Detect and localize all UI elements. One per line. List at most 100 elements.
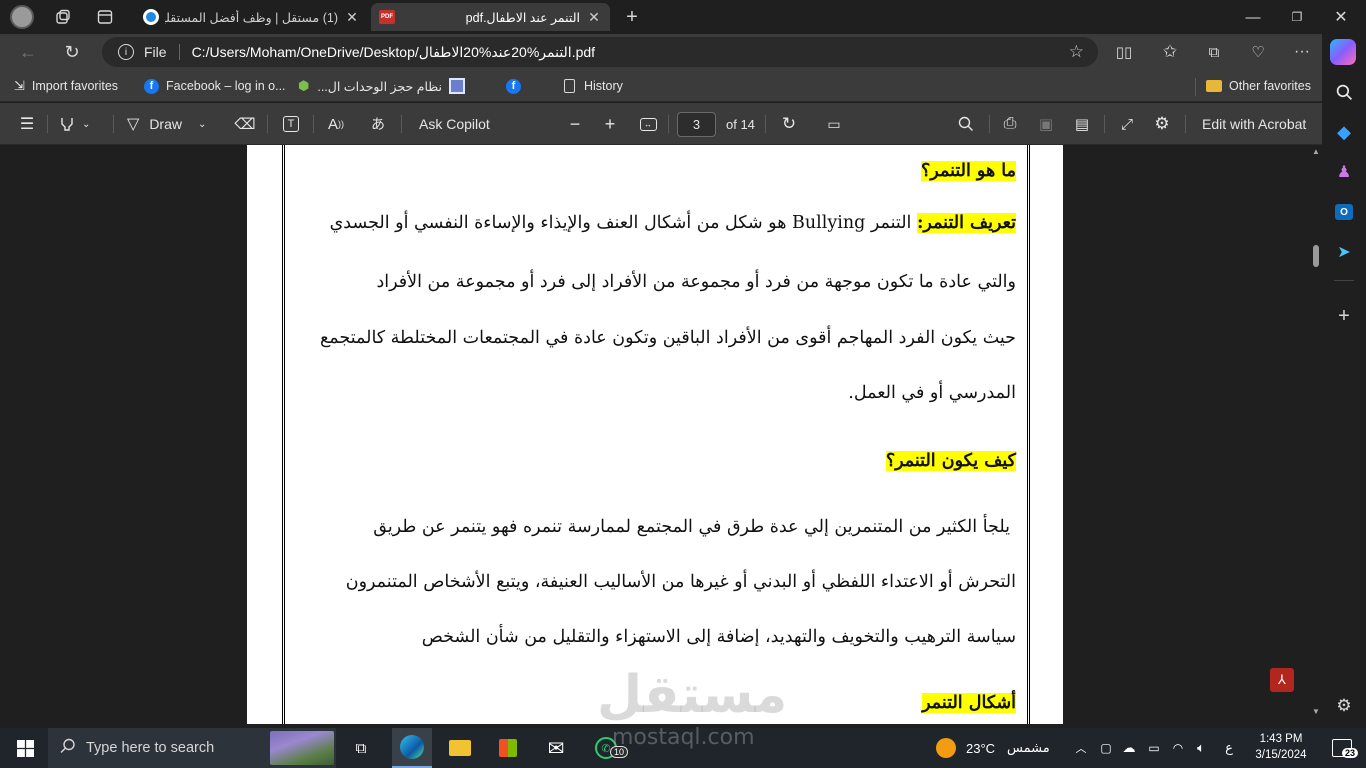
favorite-facebook[interactable]: f Facebook – log in o... — [144, 77, 286, 95]
favorite-history[interactable]: History — [564, 77, 623, 95]
tab-mostaql[interactable]: (1) مستقل | وظف أفضل المستقلين ✕ — [135, 3, 368, 31]
split-screen-icon[interactable]: ▯▯ — [1112, 40, 1136, 64]
draw-button[interactable]: ▽ Draw ⌄ — [127, 103, 217, 145]
save-icon[interactable]: ▣ — [1035, 103, 1057, 145]
add-sidebar-icon[interactable]: + — [1332, 304, 1356, 328]
mail-icon[interactable]: ✉ — [536, 728, 576, 768]
restore-icon[interactable]: ❐ — [1284, 4, 1310, 30]
ask-copilot-button[interactable]: Ask Copilot — [419, 103, 490, 145]
profile-avatar[interactable] — [10, 5, 34, 29]
search-icon[interactable] — [1332, 80, 1356, 104]
url-text[interactable]: C:/Users/Moham/OneDrive/Desktop/التنمر%2… — [192, 44, 596, 61]
zoom-in-icon[interactable]: + — [600, 103, 620, 145]
show-hidden-icons[interactable]: ︿ — [1072, 728, 1090, 768]
favorite-app-icon[interactable] — [449, 77, 465, 95]
page-icon — [564, 79, 575, 93]
close-window-icon[interactable]: ✕ — [1328, 4, 1354, 30]
onedrive-icon[interactable]: ☁ — [1120, 728, 1138, 768]
wifi-icon[interactable]: ◠ — [1169, 728, 1187, 768]
taskbar-search-box[interactable]: Type here to search — [48, 728, 336, 768]
acrobat-label: Edit with Acrobat — [1202, 116, 1307, 132]
other-favorites[interactable]: Other favorites — [1206, 77, 1311, 95]
task-view-icon[interactable]: ⧉ — [346, 728, 376, 768]
language-indicator[interactable]: ع — [1220, 728, 1238, 768]
favorite-label: Import favorites — [31, 79, 119, 93]
scroll-thumb[interactable] — [1313, 245, 1319, 267]
fit-width-icon[interactable]: ↔ — [637, 103, 659, 145]
draw-label: Draw — [149, 116, 182, 132]
favorite-facebook-2[interactable]: f — [506, 77, 521, 95]
tools-icon[interactable]: ♟ — [1332, 160, 1356, 184]
edit-with-acrobat-button[interactable]: Edit with Acrobat — [1202, 103, 1306, 145]
store-icon[interactable] — [488, 728, 528, 768]
search-icon — [60, 738, 76, 758]
favorite-label: History — [584, 79, 623, 93]
new-tab-icon[interactable]: + — [620, 5, 644, 29]
fullscreen-icon[interactable]: ⤢ — [1116, 103, 1138, 145]
back-icon[interactable]: ← — [16, 40, 40, 64]
address-bar[interactable]: i File C:/Users/Moham/OneDrive/Desktop/ا… — [102, 37, 1098, 67]
notification-center-icon[interactable]: 23 — [1324, 728, 1360, 768]
windows-taskbar: Type here to search ⧉ ✉ ✆ 10 mostaql.com… — [0, 725, 1366, 768]
zoom-out-icon[interactable]: − — [565, 103, 585, 145]
browser-essentials-icon[interactable]: ♡ — [1246, 40, 1270, 64]
heading-text: ما هو التنمر؟ — [921, 161, 1016, 181]
close-tab-icon[interactable]: ✕ — [344, 9, 360, 26]
read-aloud-icon[interactable]: A)) — [325, 103, 347, 145]
contents-icon[interactable]: ☰ — [16, 103, 38, 145]
highlight-icon[interactable]: ⌄ — [58, 103, 102, 145]
vertical-scrollbar[interactable]: ▲ ▼ — [1309, 145, 1322, 724]
watermark-text: mostaql.com — [612, 725, 755, 750]
close-tab-icon[interactable]: ✕ — [586, 9, 602, 26]
collections-icon[interactable]: ⧉ — [1202, 40, 1226, 64]
shopping-icon[interactable]: ◆ — [1332, 120, 1356, 144]
info-icon[interactable]: i — [118, 44, 134, 60]
favorite-booking[interactable]: ⬢ نظام حجز الوحدات ال... — [298, 77, 442, 95]
favorites-icon[interactable]: ✩ — [1158, 40, 1182, 64]
page-total: of 14 — [726, 103, 755, 145]
page-number-input[interactable]: 3 — [677, 112, 716, 137]
tab-pdf[interactable]: PDF التنمر عند الاطفال.pdf ✕ — [371, 3, 610, 31]
heading-text: أشكال التنمر — [922, 693, 1016, 713]
refresh-icon[interactable]: ↻ — [60, 40, 84, 64]
favorite-import[interactable]: ⇲ Import favorites — [14, 77, 118, 95]
sidebar-settings-icon[interactable]: ⚙ — [1332, 694, 1356, 718]
translate-icon[interactable]: あ — [366, 103, 390, 145]
favorite-star-icon[interactable]: ☆ — [1069, 42, 1084, 62]
separator — [313, 115, 314, 133]
copilot-icon[interactable] — [1330, 39, 1356, 65]
windows-start-icon[interactable] — [8, 728, 42, 768]
clock-date: 3/15/2024 — [1255, 749, 1307, 761]
eraser-icon[interactable]: ⌫ — [234, 103, 256, 145]
minimize-icon[interactable]: — — [1240, 4, 1266, 30]
paragraph-line: والتي عادة ما تكون موجهة من فرد أو مجموع… — [376, 272, 1016, 292]
clock[interactable]: 1:43 PM 3/15/2024 — [1246, 731, 1316, 763]
file-explorer-icon[interactable] — [440, 728, 480, 768]
pdf-viewer[interactable]: ما هو التنمر؟ تعريف التنمر: التنمر Bully… — [0, 145, 1322, 724]
weather-widget[interactable]: 23°C مشمس — [936, 728, 1050, 768]
drop-icon[interactable]: ➤ — [1332, 240, 1356, 264]
battery-icon[interactable]: ▭ — [1145, 728, 1163, 768]
rotate-icon[interactable]: ↻ — [778, 103, 800, 145]
heading-forms-of-bullying: أشكال التنمر — [922, 693, 1016, 713]
text-box-icon[interactable]: T — [280, 103, 302, 145]
tray-icon[interactable]: ▢ — [1097, 728, 1115, 768]
settings-icon[interactable]: ⚙ — [1151, 103, 1173, 145]
favorite-label: Other favorites — [1229, 79, 1311, 93]
vertical-tabs-icon[interactable] — [94, 6, 116, 28]
save-as-icon[interactable]: ▤ — [1071, 103, 1093, 145]
search-icon[interactable] — [955, 103, 977, 145]
outlook-icon[interactable]: O — [1332, 200, 1356, 224]
separator — [113, 115, 114, 133]
weather-desc: مشمس — [1007, 740, 1050, 755]
acrobat-icon[interactable]: ⅄ — [1270, 668, 1294, 692]
more-menu-icon[interactable]: ··· — [1290, 40, 1314, 64]
print-icon[interactable]: ⎙ — [999, 103, 1021, 145]
workspaces-icon[interactable] — [52, 6, 74, 28]
page-view-icon[interactable]: ▭ — [823, 103, 845, 145]
edge-taskbar-icon[interactable] — [392, 728, 432, 768]
scroll-up-arrow[interactable]: ▲ — [1312, 147, 1320, 156]
volume-icon[interactable]: 🔈︎ — [1192, 728, 1210, 768]
heading-how-bullying: كيف يكون التنمر؟ — [885, 451, 1016, 471]
scroll-down-arrow[interactable]: ▼ — [1312, 707, 1320, 716]
